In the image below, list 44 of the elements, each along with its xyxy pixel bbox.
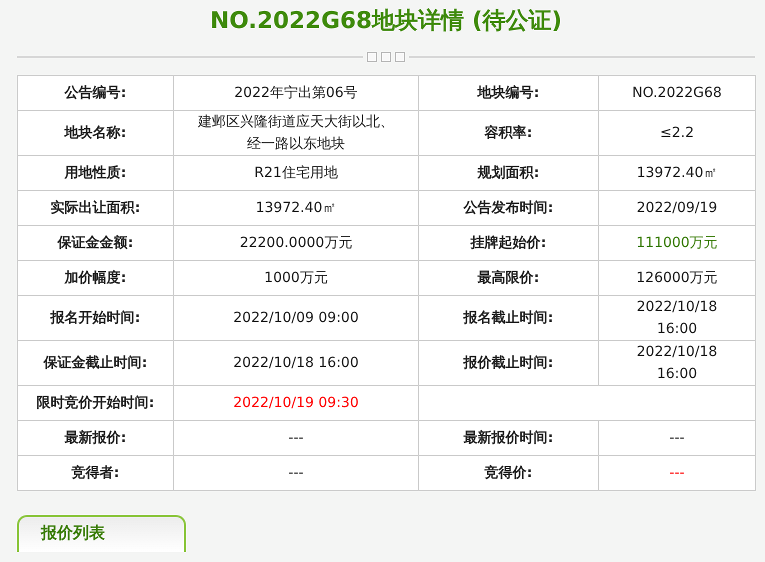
field-label: 限时竞价开始时间: (18, 386, 174, 420)
field-label: 地块编号: (418, 76, 598, 110)
page-title: NO.2022G68地块详情 (待公证) (209, 7, 563, 36)
field-value: --- (598, 420, 756, 456)
field-value: 建邺区兴隆街道应天大街以北、经一路以东地块 (174, 110, 418, 156)
field-value: --- (598, 456, 756, 490)
field-label: 实际出让面积: (18, 190, 174, 226)
field-value: 2022/10/09 09:00 (174, 296, 418, 340)
field-label: 容积率: (418, 110, 598, 156)
field-value: R21住宅用地 (174, 156, 418, 190)
field-value: 2022/09/19 (598, 190, 756, 226)
field-label: 竞得价: (418, 456, 598, 490)
field-value: 126000万元 (598, 260, 756, 296)
field-value: 2022/10/18 16:00 (174, 340, 418, 386)
field-label: 最新报价时间: (418, 420, 598, 456)
section-tab[interactable]: 报价列表 (17, 515, 186, 552)
field-value: NO.2022G68 (598, 76, 756, 110)
field-label: 地块名称: (18, 110, 174, 156)
field-label: 报名截止时间: (418, 296, 598, 340)
field-value: 1000万元 (174, 260, 418, 296)
field-label: 保证金金额: (18, 226, 174, 260)
field-value: --- (174, 456, 418, 490)
field-label: 公告发布时间: (418, 190, 598, 226)
field-label: 报价截止时间: (418, 340, 598, 386)
field-label: 用地性质: (18, 156, 174, 190)
field-label: 最新报价: (18, 420, 174, 456)
field-label: 最高限价: (418, 260, 598, 296)
field-value: ≤2.2 (598, 110, 756, 156)
field-label: 竞得者: (18, 456, 174, 490)
field-value: 2022/10/18 16:00 (598, 340, 756, 386)
field-label: 加价幅度: (18, 260, 174, 296)
field-value: --- (174, 420, 418, 456)
field-value: 13972.40㎡ (598, 156, 756, 190)
field-label: 挂牌起始价: (418, 226, 598, 260)
field-value: 22200.0000万元 (174, 226, 418, 260)
field-value: 2022/10/18 16:00 (598, 296, 756, 340)
field-label: 报名开始时间: (18, 296, 174, 340)
field-label: 公告编号: (18, 76, 174, 110)
field-value: 2022/10/19 09:30 (174, 386, 418, 420)
field-value: 2022年宁出第06号 (174, 76, 418, 110)
field-label: 规划面积: (418, 156, 598, 190)
field-label: 保证金截止时间: (18, 340, 174, 386)
field-value: 13972.40㎡ (174, 190, 418, 226)
field-value: 111000万元 (598, 226, 756, 260)
